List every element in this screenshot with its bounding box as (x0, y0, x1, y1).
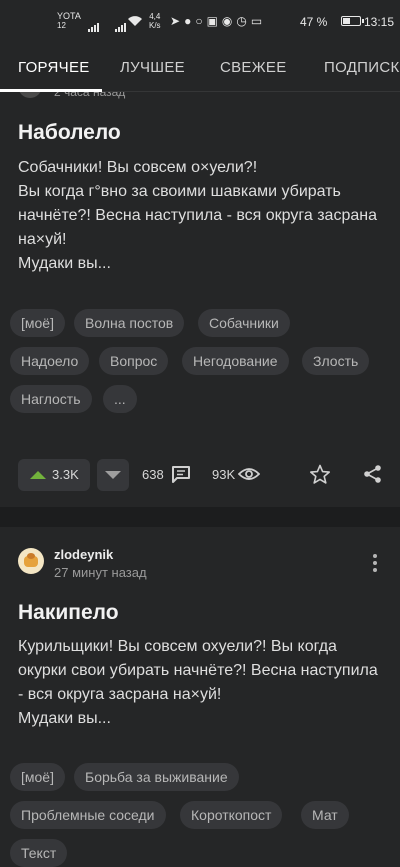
tab-indicator (0, 89, 102, 92)
speed-unit: K/s (149, 21, 161, 30)
eye-icon (238, 468, 260, 480)
post2-time: 27 минут назад (54, 565, 147, 580)
tab-fresh[interactable]: СВЕЖЕЕ (220, 59, 287, 76)
upvote-button[interactable]: 3.3K (18, 459, 90, 491)
carrier-sub: 12 (57, 21, 66, 30)
arrow-down-icon (105, 471, 121, 479)
comments-count[interactable]: 638 (142, 467, 164, 482)
battery-percent: 47 % (300, 15, 328, 29)
wifi-icon (128, 16, 142, 26)
tag[interactable]: Наглость (10, 385, 92, 413)
tag[interactable]: Борьба за выживание (74, 763, 239, 791)
star-icon[interactable] (309, 464, 331, 485)
signal-icon (115, 23, 126, 32)
more-options-icon[interactable] (372, 554, 378, 574)
post2-body: Курильщики! Вы совсем охуели?! Вы когда … (18, 638, 378, 727)
battery-icon (341, 16, 364, 26)
signal-icon (88, 23, 99, 32)
views-count: 93K (212, 467, 236, 482)
tag[interactable]: Мат (301, 801, 349, 829)
tab-best[interactable]: ЛУЧШЕЕ (120, 59, 185, 76)
post2-title[interactable]: Накипело (18, 601, 119, 625)
share-icon[interactable] (363, 464, 383, 484)
network-speed: 4,4 K/s (149, 12, 161, 30)
post-divider (0, 507, 400, 527)
clock: 13:15 (364, 15, 395, 29)
username[interactable]: zlodeynik (54, 547, 113, 562)
arrow-up-icon (30, 471, 46, 479)
rating-count: 3.3K (52, 467, 79, 482)
tag[interactable]: Волна постов (74, 309, 185, 337)
tag[interactable]: [моё] (10, 763, 65, 791)
tag[interactable]: Короткопост (180, 801, 283, 829)
tag[interactable]: Злость (302, 347, 370, 375)
avatar[interactable] (18, 548, 44, 574)
comment-icon[interactable] (171, 465, 191, 483)
carrier: YOTA 12 (57, 11, 81, 31)
alarm-icon: ◷ (236, 14, 247, 28)
screen-record-icon: ▣ (206, 14, 218, 28)
tab-bar: ГОРЯЧЕЕ ЛУЧШЕЕ СВЕЖЕЕ ПОДПИСК (0, 44, 400, 92)
status-bar: YOTA 12 4,4 K/s ➤ ● ○ ▣ ◉ ◷ ▭ 47 % 13:15 (0, 0, 400, 44)
tag[interactable]: Негодование (182, 347, 289, 375)
post1-body: Собачники! Вы совсем о×уели?! Вы когда г… (18, 159, 377, 272)
eye-icon: ◉ (221, 14, 233, 28)
speed-value: 4,4 (149, 12, 161, 21)
tag-more[interactable]: ... (103, 385, 137, 413)
tab-subscriptions[interactable]: ПОДПИСК (324, 59, 400, 76)
tag[interactable]: Собачники (198, 309, 290, 337)
tag[interactable]: [моё] (10, 309, 65, 337)
message-icon: ○ (195, 14, 203, 28)
tag[interactable]: Вопрос (99, 347, 169, 375)
vibrate-icon: ▭ (250, 14, 263, 28)
telegram-icon: ➤ (170, 14, 181, 28)
tab-hot[interactable]: ГОРЯЧЕЕ (18, 59, 90, 76)
tag[interactable]: Надоело (10, 347, 90, 375)
tag[interactable]: Текст (10, 839, 68, 867)
notification-icons: ➤ ● ○ ▣ ◉ ◷ ▭ (170, 15, 262, 27)
vk-icon: ● (184, 14, 192, 28)
downvote-button[interactable] (97, 459, 129, 491)
carrier-name: YOTA (57, 11, 81, 21)
post1-title[interactable]: Наболело (18, 121, 121, 145)
tag[interactable]: Проблемные соседи (10, 801, 166, 829)
